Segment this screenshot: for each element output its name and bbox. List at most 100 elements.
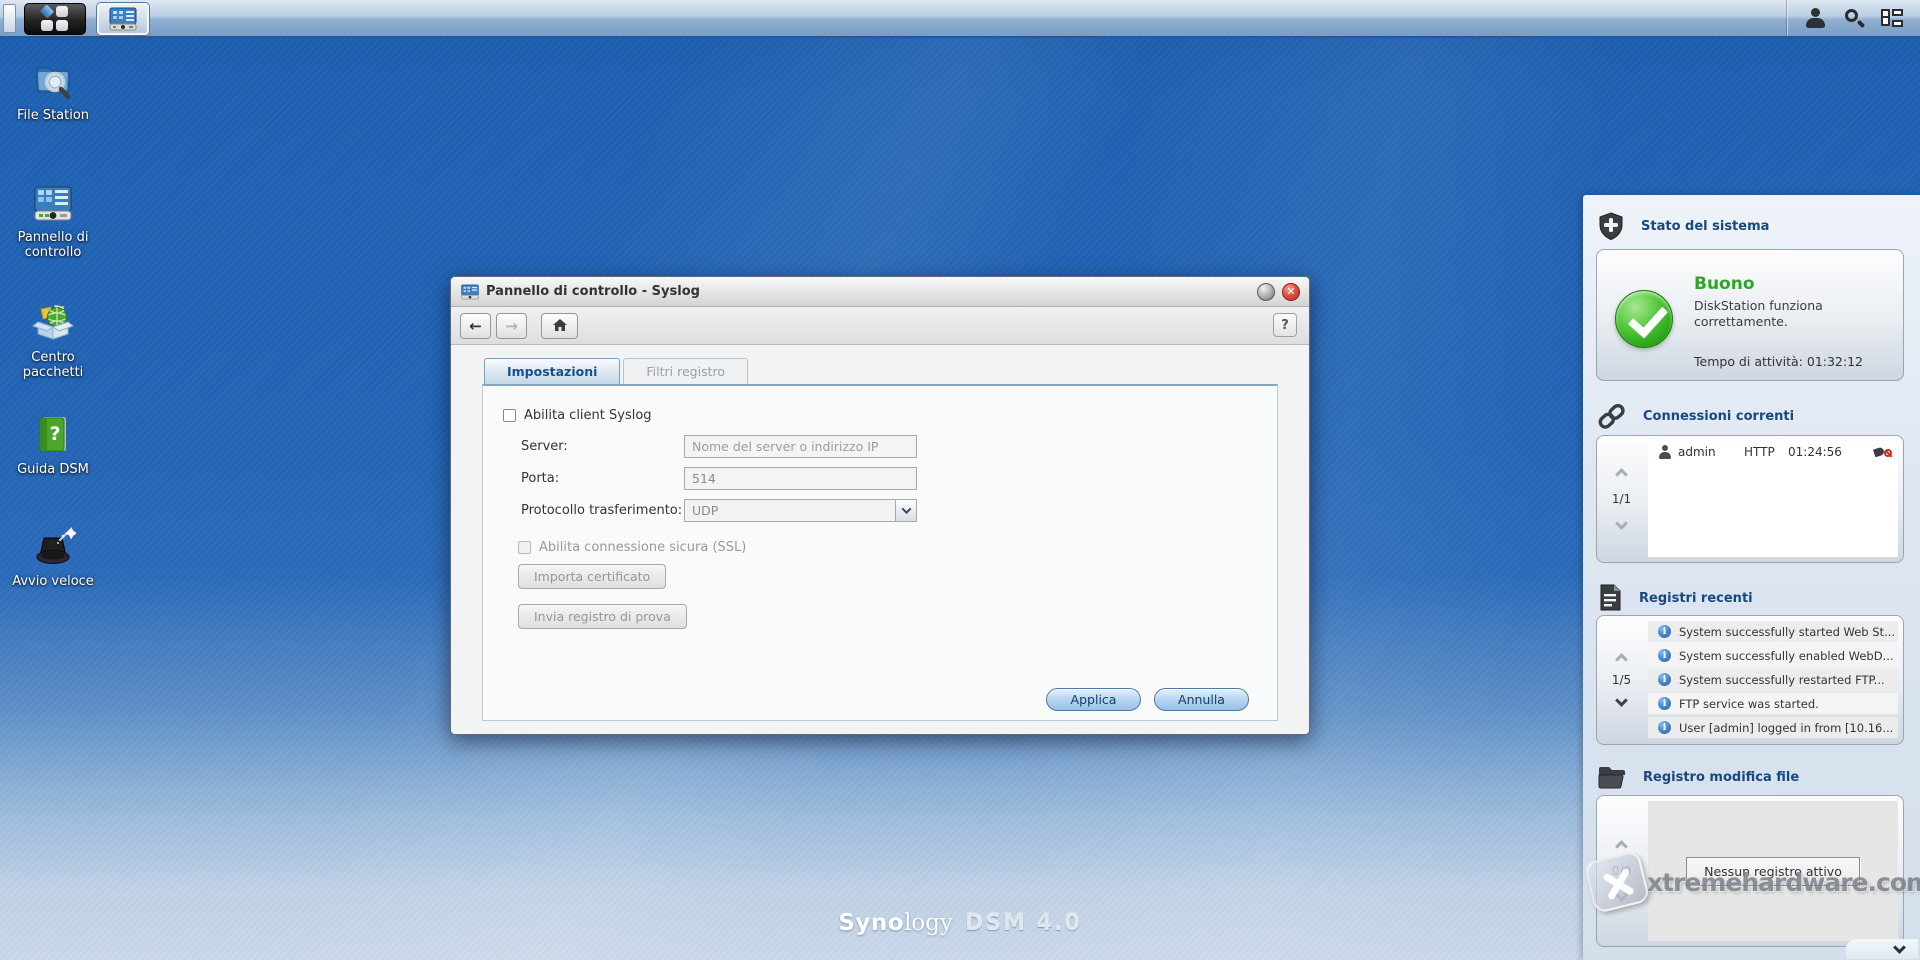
svg-text:?: ?	[49, 423, 60, 445]
link-icon	[1596, 401, 1628, 431]
no-active-log-label: Nessun registro attivo	[1686, 857, 1860, 886]
server-input[interactable]	[684, 435, 917, 458]
desktop-icon-label: Avvio veloce	[4, 574, 102, 589]
minimize-button[interactable]	[1257, 283, 1275, 301]
log-row[interactable]: iSystem successfully started Web St...	[1648, 621, 1898, 642]
protocol-select[interactable]: UDP	[684, 499, 917, 522]
window-title: Pannello di controllo - Syslog	[486, 284, 700, 299]
server-label: Server:	[521, 439, 684, 454]
enable-syslog-checkbox[interactable]	[503, 409, 516, 422]
desktop-icon-dsm-help[interactable]: ? Guida DSM	[4, 412, 102, 477]
page-indicator: 0/0	[1612, 864, 1631, 878]
tab-bar: Impostazioni Filtri registro	[484, 358, 1309, 384]
desktop-icon-package-center[interactable]: Centro pacchetti	[4, 300, 102, 381]
dsm-help-icon: ?	[30, 412, 76, 458]
system-status-header: Stato del sistema	[1596, 211, 1769, 241]
info-icon: i	[1658, 673, 1671, 686]
widget-title: Connessioni correnti	[1643, 409, 1794, 424]
widget-title: Registro modifica file	[1643, 770, 1799, 785]
page-up-icon[interactable]	[1615, 468, 1628, 481]
port-input[interactable]	[684, 467, 917, 490]
ssl-checkbox	[518, 541, 531, 554]
tab-settings[interactable]: Impostazioni	[484, 358, 620, 384]
log-row[interactable]: i System successfully restarted FTP...	[1648, 669, 1898, 690]
search-icon[interactable]	[1843, 8, 1865, 28]
brand-version: DSM 4.0	[965, 911, 1082, 936]
show-desktop-button[interactable]	[3, 4, 16, 33]
file-log-empty-area: Nessun registro attivo	[1648, 801, 1898, 941]
tab-log-filters[interactable]: Filtri registro	[623, 358, 748, 384]
enable-syslog-label: Abilita client Syslog	[524, 408, 652, 423]
main-menu-grid-icon	[41, 6, 69, 32]
window-content: Impostazioni Filtri registro Abilita cli…	[451, 345, 1309, 735]
connections-header: Connessioni correnti	[1596, 401, 1794, 431]
desktop-icon-file-station[interactable]: File Station	[4, 58, 102, 123]
info-icon: i	[1658, 649, 1671, 662]
desktop-icon-label: Guida DSM	[4, 462, 102, 477]
help-button[interactable]: ?	[1273, 313, 1297, 337]
system-uptime: Tempo di attività: 01:32:12	[1694, 354, 1863, 369]
taskbar-item-control-panel[interactable]	[97, 3, 149, 35]
file-change-log-header: Registro modifica file	[1596, 763, 1799, 791]
log-row[interactable]: i FTP service was started.	[1648, 693, 1898, 714]
logs-pagination: 1/5	[1597, 616, 1646, 744]
system-status-card: Buono DiskStation funziona correttamente…	[1596, 249, 1904, 381]
control-panel-mini-icon	[109, 7, 137, 31]
forward-button: →	[496, 313, 527, 339]
status-ok-icon	[1615, 290, 1673, 348]
protocol-label: Protocollo trasferimento:	[521, 503, 684, 518]
chevron-down-icon[interactable]	[895, 500, 916, 521]
desktop-icon-label: File Station	[4, 108, 102, 123]
home-button[interactable]	[541, 313, 578, 339]
import-certificate-button: Importa certificato	[518, 564, 666, 589]
log-text: FTP service was started.	[1679, 697, 1819, 711]
connection-user: admin	[1678, 445, 1744, 459]
log-row[interactable]: iSystem successfully enabled WebD...	[1648, 645, 1898, 666]
file-log-pagination: 0/0	[1597, 796, 1646, 946]
main-menu-button[interactable]	[24, 3, 86, 35]
log-text: System successfully started Web St...	[1679, 625, 1895, 639]
widget-title: Stato del sistema	[1641, 219, 1769, 234]
disconnect-icon[interactable]	[1874, 445, 1892, 459]
desktop-icon-control-panel[interactable]: Pannello di controllo	[4, 180, 102, 261]
connections-card: 1/1 admin HTTP 01:24:56	[1596, 435, 1904, 563]
widget-panel: Stato del sistema Buono DiskStation funz…	[1583, 195, 1920, 960]
log-text: System successfully restarted FTP...	[1679, 673, 1885, 687]
pilot-view-icon[interactable]	[1881, 8, 1903, 28]
home-icon	[553, 319, 567, 332]
widget-panel-collapse-button[interactable]	[1846, 939, 1918, 959]
connection-row[interactable]: admin HTTP 01:24:56	[1648, 441, 1898, 463]
brand-light: logy	[904, 910, 953, 936]
page-down-icon[interactable]	[1615, 517, 1628, 530]
close-button[interactable]: ✕	[1282, 283, 1300, 301]
system-status-value: Buono	[1694, 274, 1755, 294]
control-panel-syslog-window: Pannello di controllo - Syslog ✕ ← → ? I…	[450, 276, 1310, 735]
brand-bold: Syno	[838, 910, 904, 936]
quick-start-icon	[30, 524, 76, 570]
user-account-icon[interactable]	[1804, 8, 1826, 28]
file-station-icon	[30, 58, 76, 104]
recent-logs-card: 1/5 iSystem successfully started Web St.…	[1596, 615, 1904, 745]
page-up-icon[interactable]	[1615, 653, 1628, 666]
window-toolbar: ← → ?	[451, 307, 1309, 345]
page-indicator: 1/1	[1612, 492, 1631, 506]
log-list: iSystem successfully started Web St... i…	[1648, 621, 1898, 739]
window-titlebar[interactable]: Pannello di controllo - Syslog ✕	[451, 277, 1309, 307]
page-up-icon	[1615, 840, 1628, 853]
log-row[interactable]: iUser [admin] logged in from [10.16...	[1648, 717, 1898, 738]
back-button[interactable]: ←	[460, 313, 491, 339]
connection-duration: 01:24:56	[1788, 445, 1874, 459]
info-icon: i	[1658, 697, 1671, 710]
control-panel-icon	[30, 180, 76, 226]
taskbar-right-tray	[1786, 0, 1920, 36]
recent-logs-header: Registri recenti	[1596, 583, 1753, 613]
package-center-icon	[30, 300, 76, 346]
apply-button[interactable]: Applica	[1046, 688, 1141, 711]
page-down-icon	[1615, 889, 1628, 902]
cancel-button[interactable]: Annulla	[1154, 688, 1249, 711]
file-change-log-card: 0/0 Nessun registro attivo	[1596, 795, 1904, 947]
protocol-selected-value: UDP	[685, 503, 895, 518]
page-down-icon[interactable]	[1615, 694, 1628, 707]
desktop-icon-label: Pannello di controllo	[4, 230, 102, 261]
desktop-icon-quick-start[interactable]: Avvio veloce	[4, 524, 102, 589]
